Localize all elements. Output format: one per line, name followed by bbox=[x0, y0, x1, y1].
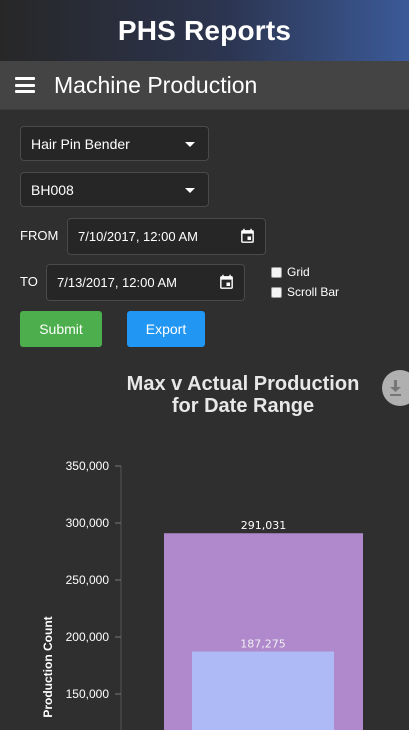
from-label: FROM bbox=[20, 228, 59, 243]
to-label: TO bbox=[20, 274, 38, 289]
to-date-value: 7/13/2017, 12:00 AM bbox=[57, 275, 177, 290]
scrollbar-checkbox[interactable] bbox=[271, 286, 282, 298]
toolbar: Machine Production bbox=[0, 61, 409, 110]
from-date-input[interactable]: 7/10/2017, 12:00 AM bbox=[67, 218, 266, 255]
production-bar-chart: 350,000 300,000 250,000 200,000 150,000 291,… bbox=[41, 459, 363, 730]
chevron-down-icon bbox=[185, 188, 195, 193]
grid-label: Grid bbox=[287, 265, 310, 279]
hamburger-menu-icon[interactable] bbox=[15, 77, 35, 93]
y-tick-label: 350,000 bbox=[66, 459, 110, 473]
chart-title: Max v Actual Production for Date Range bbox=[126, 373, 360, 417]
machine-type-select[interactable]: Hair Pin Bender bbox=[20, 126, 209, 161]
y-tick-label: 200,000 bbox=[66, 630, 110, 644]
bar-data-label-2: 187,275 bbox=[240, 638, 286, 651]
y-tick-label: 250,000 bbox=[66, 573, 110, 587]
scrollbar-option[interactable]: Scroll Bar bbox=[271, 285, 339, 299]
machine-type-value: Hair Pin Bender bbox=[31, 135, 130, 152]
calendar-icon[interactable] bbox=[218, 274, 235, 291]
machine-id-select[interactable]: BH008 bbox=[20, 172, 209, 207]
calendar-icon[interactable] bbox=[239, 228, 256, 245]
app-header: PHS Reports bbox=[0, 0, 409, 61]
download-icon bbox=[390, 380, 401, 396]
download-chart-button[interactable] bbox=[382, 370, 409, 406]
y-axis-label: Production Count bbox=[41, 616, 55, 717]
grid-option[interactable]: Grid bbox=[271, 265, 310, 279]
scrollbar-label: Scroll Bar bbox=[287, 285, 340, 299]
app-title: PHS Reports bbox=[117, 14, 292, 46]
to-date-input[interactable]: 7/13/2017, 12:00 AM bbox=[46, 264, 245, 301]
submit-button[interactable]: Submit bbox=[20, 311, 102, 347]
y-tick-label: 150,000 bbox=[66, 687, 110, 701]
from-date-value: 7/10/2017, 12:00 AM bbox=[78, 229, 198, 244]
export-button[interactable]: Export bbox=[127, 311, 205, 347]
bar-data-label-1: 291,031 bbox=[241, 519, 287, 532]
bars: 291,031 187,275 bbox=[164, 519, 363, 730]
page-title: Machine Production bbox=[54, 71, 258, 98]
chevron-down-icon bbox=[185, 142, 195, 147]
grid-checkbox[interactable] bbox=[271, 266, 282, 278]
bar-series-2 bbox=[192, 651, 334, 730]
machine-id-value: BH008 bbox=[31, 181, 74, 198]
y-axis: 350,000 300,000 250,000 200,000 150,000 bbox=[66, 459, 122, 730]
y-tick-label: 300,000 bbox=[66, 516, 110, 530]
